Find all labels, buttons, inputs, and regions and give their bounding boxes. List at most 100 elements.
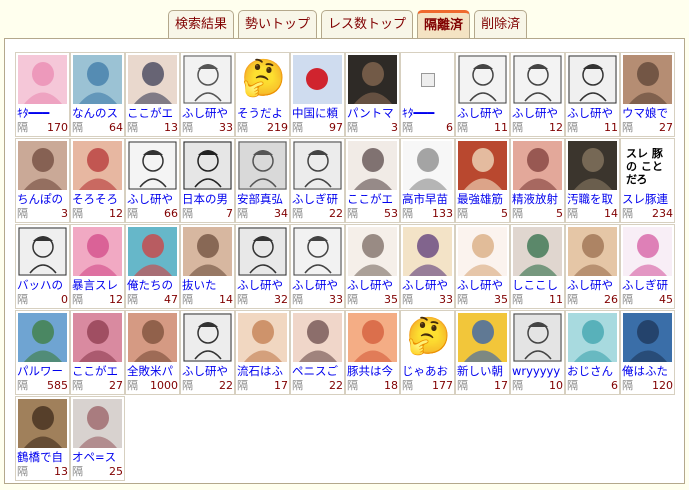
game-screenshot-icon[interactable] bbox=[18, 313, 67, 362]
thread-card[interactable]: ふし研や隔 11 bbox=[565, 52, 620, 137]
thread-title[interactable]: バッハの bbox=[17, 278, 70, 292]
thread-card[interactable]: しここし隔 11 bbox=[510, 224, 565, 309]
thread-title[interactable]: ここがエ bbox=[72, 364, 125, 378]
photo-icon[interactable] bbox=[128, 313, 177, 362]
thread-card[interactable]: 中国に頼隔 97 bbox=[290, 52, 345, 137]
thread-title[interactable]: 抜いた bbox=[182, 278, 235, 292]
thread-card[interactable]: 鶴橋で自隔 13 bbox=[15, 396, 70, 481]
thread-card[interactable]: ここがエ隔 13 bbox=[125, 52, 180, 137]
thread-card[interactable]: そろそろ隔 12 bbox=[70, 138, 125, 223]
thread-title[interactable]: 全敗米パ bbox=[127, 364, 180, 378]
thread-card[interactable]: パルワー隔 585 bbox=[15, 310, 70, 395]
tab-search-results[interactable]: 検索結果 bbox=[168, 10, 235, 39]
anime-illustration-icon[interactable] bbox=[73, 227, 122, 276]
thread-title[interactable]: ふし研や bbox=[457, 278, 510, 292]
thread-title[interactable]: ふし研や bbox=[512, 106, 565, 120]
thread-title[interactable]: 高市早苗 bbox=[402, 192, 455, 206]
anime-illustration-icon[interactable] bbox=[568, 313, 617, 362]
document-image-icon[interactable] bbox=[403, 141, 452, 190]
thread-card[interactable]: ｷﾀ━━━ 隔 170 bbox=[15, 52, 70, 137]
thread-title[interactable]: ふし研や bbox=[457, 106, 510, 120]
thread-card[interactable]: ふし研や隔 33 bbox=[290, 224, 345, 309]
thread-card[interactable]: 豚共は今隔 18 bbox=[345, 310, 400, 395]
thread-card[interactable]: ここがエ隔 27 bbox=[70, 310, 125, 395]
thinking-emoji-icon[interactable]: 🤔 bbox=[238, 55, 287, 104]
thread-card[interactable]: おじさん隔 6 bbox=[565, 310, 620, 395]
thread-card[interactable]: ふし研や隔 66 bbox=[125, 138, 180, 223]
thread-title[interactable]: 新しい朝 bbox=[457, 364, 510, 378]
thread-title[interactable]: 安部真弘 bbox=[237, 192, 290, 206]
thread-title[interactable]: オペ=ス bbox=[72, 450, 125, 464]
broken-image-icon[interactable] bbox=[403, 55, 452, 104]
tab-quarantined[interactable]: 隔離済 bbox=[417, 10, 471, 39]
thread-card[interactable]: ちんぽの隔 3 bbox=[15, 138, 70, 223]
thread-title[interactable]: ふし研や bbox=[182, 364, 235, 378]
anime-illustration-icon[interactable] bbox=[623, 227, 672, 276]
manga-panel-icon[interactable] bbox=[183, 141, 232, 190]
thread-title[interactable]: ここがエ bbox=[127, 106, 180, 120]
thread-title[interactable]: パントマ bbox=[347, 106, 400, 120]
thread-card[interactable]: 高市早苗隔 133 bbox=[400, 138, 455, 223]
thread-title[interactable]: ふし研や bbox=[567, 106, 620, 120]
thread-card[interactable]: 日本の男隔 7 bbox=[180, 138, 235, 223]
manga-panel-icon[interactable] bbox=[128, 141, 177, 190]
thread-card[interactable]: 最強雄筋隔 5 bbox=[455, 138, 510, 223]
anime-illustration-icon[interactable] bbox=[18, 141, 67, 190]
thread-card[interactable]: 安部真弘隔 34 bbox=[235, 138, 290, 223]
thread-title[interactable]: 中国に頼 bbox=[292, 106, 345, 120]
anime-illustration-icon[interactable] bbox=[513, 141, 562, 190]
thread-card[interactable]: ペニスご隔 22 bbox=[290, 310, 345, 395]
manga-panel-icon[interactable] bbox=[568, 55, 617, 104]
anime-illustration-icon[interactable] bbox=[73, 313, 122, 362]
thread-card[interactable]: 流石はふ隔 17 bbox=[235, 310, 290, 395]
manga-panel-icon[interactable] bbox=[458, 55, 507, 104]
thread-card[interactable]: オペ=ス隔 25 bbox=[70, 396, 125, 481]
thread-title[interactable]: スレ豚連 bbox=[622, 192, 675, 206]
thread-title[interactable]: ふし研や bbox=[182, 106, 235, 120]
anime-illustration-icon[interactable] bbox=[128, 55, 177, 104]
thread-title[interactable]: なんのス bbox=[72, 106, 125, 120]
anime-illustration-icon[interactable] bbox=[238, 313, 287, 362]
thread-title[interactable]: ふし研や bbox=[292, 278, 345, 292]
thread-card[interactable]: ふしぎ研隔 22 bbox=[290, 138, 345, 223]
manga-panel-icon[interactable] bbox=[513, 313, 562, 362]
photo-icon[interactable] bbox=[568, 227, 617, 276]
thread-title[interactable]: wryyyyy bbox=[512, 364, 565, 378]
thread-card[interactable]: 汚職を取隔 14 bbox=[565, 138, 620, 223]
clown-illustration-icon[interactable] bbox=[128, 227, 177, 276]
thread-title[interactable]: ふし研や bbox=[567, 278, 620, 292]
thread-card[interactable]: 暴言スレ隔 12 bbox=[70, 224, 125, 309]
thread-card[interactable]: バッハの隔 0 bbox=[15, 224, 70, 309]
thread-card[interactable]: 俺はふた隔 120 bbox=[620, 310, 675, 395]
photo-icon[interactable] bbox=[568, 141, 617, 190]
cartoon-illustration-icon[interactable] bbox=[403, 227, 452, 276]
pink-anime-girl-icon[interactable] bbox=[18, 55, 67, 104]
thread-title[interactable]: じゃあお bbox=[402, 364, 455, 378]
thread-card[interactable]: ふし研や隔 33 bbox=[400, 224, 455, 309]
anime-illustration-icon[interactable] bbox=[458, 227, 507, 276]
manga-panel-icon[interactable] bbox=[238, 141, 287, 190]
thread-title[interactable]: 豚共は今 bbox=[347, 364, 400, 378]
thread-card[interactable]: ふし研や隔 12 bbox=[510, 52, 565, 137]
tab-deleted[interactable]: 削除済 bbox=[474, 10, 528, 39]
photo-icon[interactable] bbox=[623, 55, 672, 104]
manga-panel-icon[interactable] bbox=[238, 227, 287, 276]
thread-card[interactable]: 新しい朝隔 17 bbox=[455, 310, 510, 395]
thread-title[interactable]: そうだよ bbox=[237, 106, 290, 120]
anime-illustration-icon[interactable] bbox=[623, 313, 672, 362]
manga-panel-icon[interactable] bbox=[293, 141, 342, 190]
thread-title[interactable]: ふし研や bbox=[402, 278, 455, 292]
thread-title[interactable]: 精液放射 bbox=[512, 192, 565, 206]
thread-card[interactable]: ふしぎ研隔 45 bbox=[620, 224, 675, 309]
thread-title[interactable]: 最強雄筋 bbox=[457, 192, 510, 206]
thread-title[interactable]: ここがエ bbox=[347, 192, 400, 206]
anime-illustration-icon[interactable] bbox=[348, 313, 397, 362]
thread-card[interactable]: 精液放射隔 5 bbox=[510, 138, 565, 223]
thread-title[interactable]: 俺はふた bbox=[622, 364, 675, 378]
dark-photo-icon[interactable] bbox=[348, 55, 397, 104]
thread-title[interactable]: 汚職を取 bbox=[567, 192, 620, 206]
tab-reply-count-top[interactable]: レス数トップ bbox=[321, 10, 414, 39]
thinking-emoji-icon[interactable]: 🤔 bbox=[403, 313, 452, 362]
thread-card[interactable]: パントマ隔 3 bbox=[345, 52, 400, 137]
thread-title[interactable]: ウマ娘で bbox=[622, 106, 675, 120]
